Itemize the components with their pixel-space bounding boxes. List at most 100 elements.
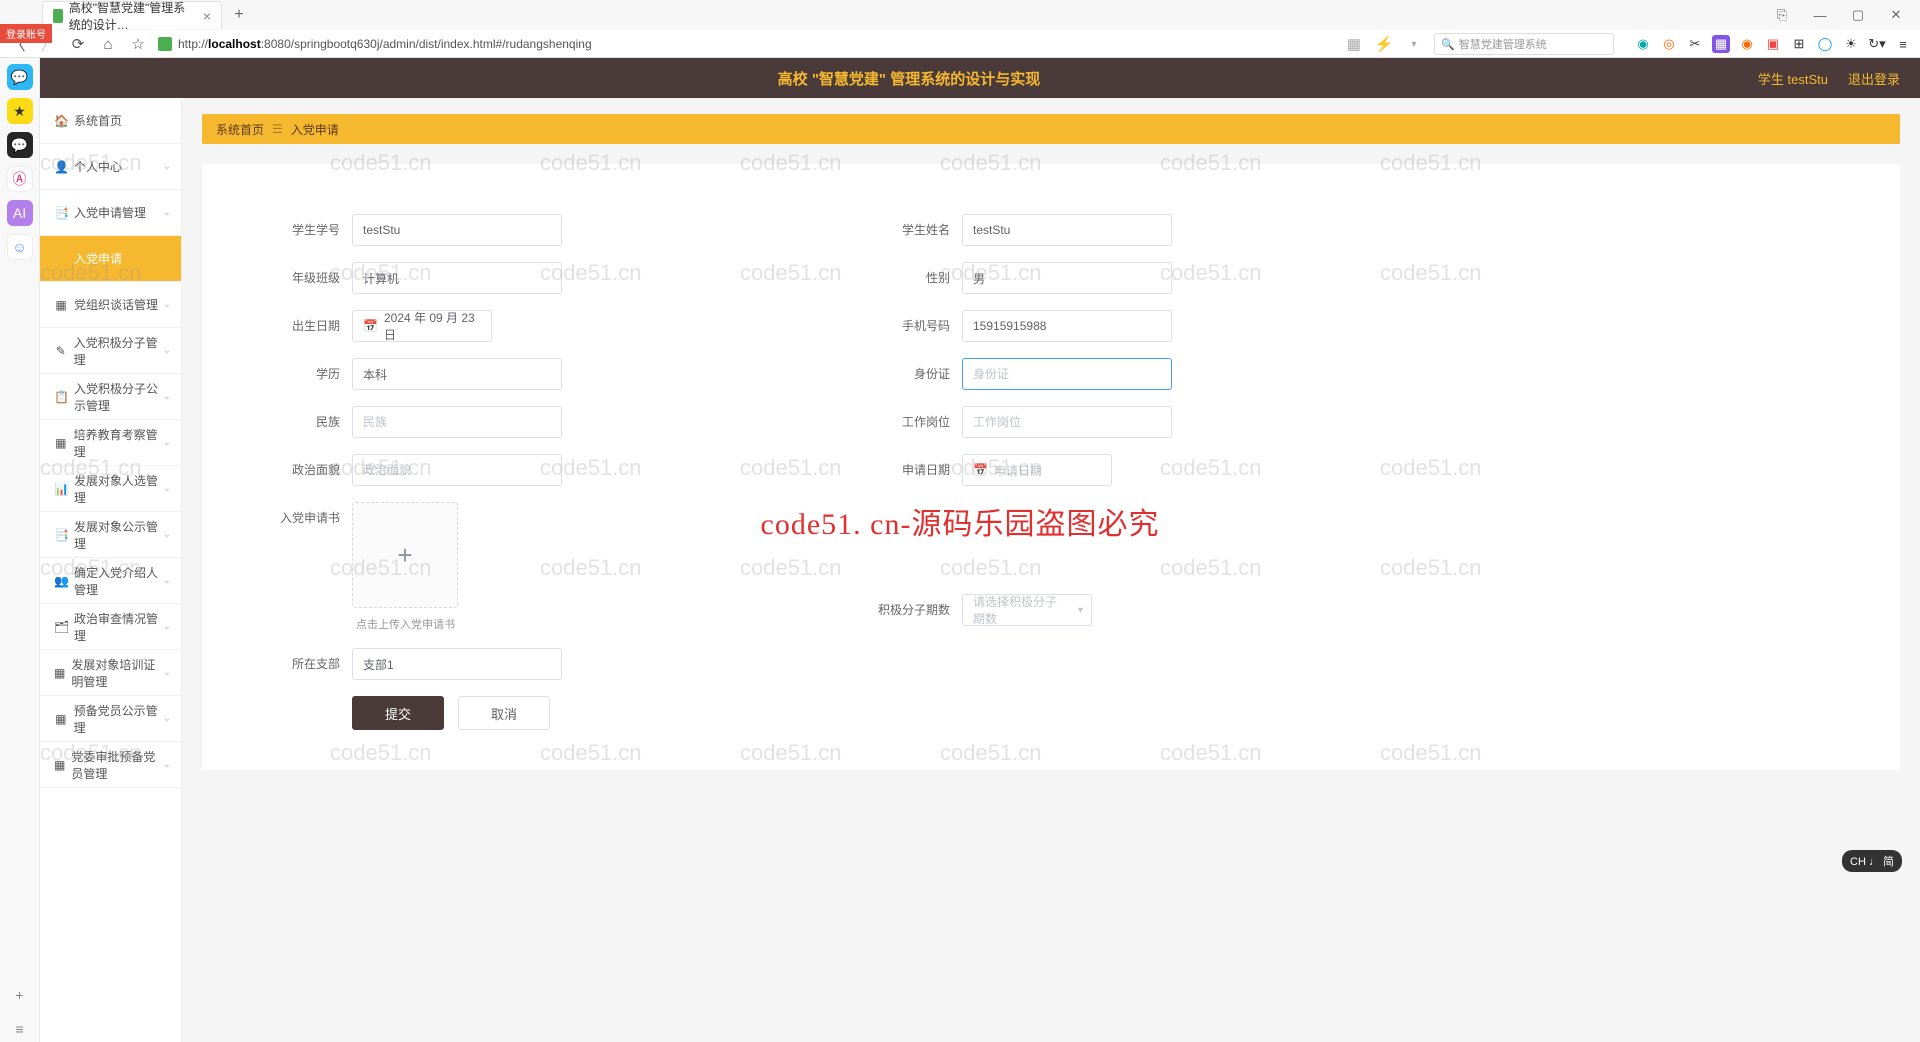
- cancel-button[interactable]: 取消: [458, 696, 550, 730]
- sidebar-item-0[interactable]: 🏠系统首页: [40, 98, 181, 144]
- nav-icon: 👤: [54, 160, 68, 174]
- os-icon-5[interactable]: AI: [7, 200, 33, 226]
- gender-input[interactable]: [962, 262, 1172, 294]
- ext-icon-8[interactable]: ◯: [1816, 35, 1834, 53]
- ext-icon-1[interactable]: ◉: [1634, 35, 1652, 53]
- ethnicity-input[interactable]: [352, 406, 562, 438]
- apply-date-input[interactable]: 📅 申请日期: [962, 454, 1112, 486]
- ext-icon-10[interactable]: ↻▾: [1868, 35, 1886, 53]
- minimize-icon[interactable]: —: [1806, 3, 1834, 27]
- job-position-input[interactable]: [962, 406, 1172, 438]
- menu-icon[interactable]: ≡: [1894, 35, 1912, 53]
- sidebar-item-1[interactable]: 👤个人中心⌄: [40, 144, 181, 190]
- favorite-icon[interactable]: ☆: [128, 34, 148, 54]
- nav-icon: ▦: [54, 666, 65, 680]
- sidebar-item-3[interactable]: 入党申请: [40, 236, 181, 282]
- nav-icon: ✎: [54, 344, 68, 358]
- sidebar-item-13[interactable]: ▦预备党员公示管理⌄: [40, 696, 181, 742]
- chevron-down-icon[interactable]: ▾: [1404, 34, 1424, 54]
- os-icon-4[interactable]: Ⓐ: [7, 166, 33, 192]
- nav-label: 预备党员公示管理: [74, 702, 167, 736]
- nav-icon: 👥: [54, 574, 68, 588]
- os-add-icon[interactable]: +: [7, 982, 33, 1008]
- browser-search[interactable]: 🔍 智慧党建管理系统: [1434, 33, 1614, 55]
- nav-icon: 📑: [54, 528, 68, 542]
- chevron-down-icon: ⌄: [163, 483, 171, 494]
- flash-icon[interactable]: ⚡: [1374, 34, 1394, 54]
- chevron-down-icon: ⌄: [163, 759, 171, 770]
- student-name-input[interactable]: [962, 214, 1172, 246]
- nav-label: 发展对象人选管理: [74, 472, 167, 506]
- student-id-input[interactable]: [352, 214, 562, 246]
- nav-icon: 📋: [54, 390, 68, 404]
- os-icon-1[interactable]: 💬: [7, 64, 33, 90]
- sidebar-item-14[interactable]: ▦党委审批预备党员管理⌄: [40, 742, 181, 788]
- birth-date-input[interactable]: 📅 2024 年 09 月 23 日: [352, 310, 492, 342]
- sidebar-item-6[interactable]: 📋入党积极分子公示管理⌄: [40, 374, 181, 420]
- button-row: 提交 取消: [352, 696, 1840, 730]
- sidebar-item-7[interactable]: ▦培养教育考察管理⌄: [40, 420, 181, 466]
- browser-chrome: 高校"智慧党建"管理系统的设计… × + ⎘ — ▢ ✕ 〈 〉 ⟳ ⌂ ☆ h…: [0, 0, 1920, 58]
- upload-button[interactable]: +: [352, 502, 458, 608]
- label-application-doc: 入党申请书: [262, 502, 352, 534]
- login-badge[interactable]: 登录账号: [0, 24, 52, 43]
- new-tab-button[interactable]: +: [228, 4, 250, 26]
- label-grade-class: 年级班级: [262, 262, 352, 294]
- sidebar-item-8[interactable]: 📊发展对象人选管理⌄: [40, 466, 181, 512]
- main-content: 系统首页 ☰ 入党申请 学生学号 学生姓名 年级班级: [182, 98, 1920, 1042]
- pin-icon[interactable]: ⎘: [1768, 3, 1796, 27]
- browser-tab[interactable]: 高校"智慧党建"管理系统的设计… ×: [42, 1, 222, 29]
- phone-input[interactable]: [962, 310, 1172, 342]
- close-window-icon[interactable]: ✕: [1882, 3, 1910, 27]
- ext-icon-5[interactable]: ◉: [1738, 35, 1756, 53]
- logout-link[interactable]: 退出登录: [1848, 69, 1900, 88]
- submit-button[interactable]: 提交: [352, 696, 444, 730]
- chevron-down-icon: ⌄: [163, 667, 171, 678]
- url-text: http://localhost:8080/springbootq630j/ad…: [178, 37, 592, 51]
- search-icon: 🔍: [1441, 38, 1455, 51]
- row-apply-date: 申请日期 📅 申请日期: [872, 454, 1362, 486]
- label-phone: 手机号码: [872, 310, 962, 342]
- sidebar-item-11[interactable]: 🗂政治审查情况管理⌄: [40, 604, 181, 650]
- url-input[interactable]: http://localhost:8080/springbootq630j/ad…: [158, 37, 592, 51]
- nav-label: 政治审查情况管理: [74, 610, 167, 644]
- os-menu-icon[interactable]: ≡: [7, 1016, 33, 1042]
- sidebar-item-12[interactable]: ▦发展对象培训证明管理⌄: [40, 650, 181, 696]
- sidebar-item-10[interactable]: 👥确定入党介绍人管理⌄: [40, 558, 181, 604]
- ext-icon-2[interactable]: ◎: [1660, 35, 1678, 53]
- os-icon-2[interactable]: ★: [7, 98, 33, 124]
- ext-icon-6[interactable]: ▣: [1764, 35, 1782, 53]
- window-controls: ⎘ — ▢ ✕: [1768, 3, 1920, 27]
- activist-period-select[interactable]: 请选择积极分子期数 ▾: [962, 594, 1092, 626]
- qr-icon[interactable]: ▦: [1344, 34, 1364, 54]
- user-label[interactable]: 学生 testStu: [1758, 69, 1828, 88]
- row-education: 学历: [262, 358, 752, 390]
- grade-class-input[interactable]: [352, 262, 562, 294]
- browser-extensions: ◉ ◎ ✂ ▦ ◉ ▣ ⊞ ◯ ☀ ↻▾ ≡: [1624, 35, 1912, 53]
- sidebar-item-5[interactable]: ✎入党积极分子管理⌄: [40, 328, 181, 374]
- ext-icon-9[interactable]: ☀: [1842, 35, 1860, 53]
- ext-icon-7[interactable]: ⊞: [1790, 35, 1808, 53]
- maximize-icon[interactable]: ▢: [1844, 3, 1872, 27]
- political-status-input[interactable]: [352, 454, 562, 486]
- education-input[interactable]: [352, 358, 562, 390]
- breadcrumb-home[interactable]: 系统首页: [216, 121, 264, 138]
- reload-icon[interactable]: ⟳: [68, 34, 88, 54]
- sidebar-item-9[interactable]: 📑发展对象公示管理⌄: [40, 512, 181, 558]
- chevron-down-icon: ⌄: [163, 161, 171, 172]
- ext-icon-3[interactable]: ✂: [1686, 35, 1704, 53]
- sidebar-item-4[interactable]: ▦党组织谈话管理⌄: [40, 282, 181, 328]
- sidebar-item-2[interactable]: 📑入党申请管理⌄: [40, 190, 181, 236]
- nav-label: 培养教育考察管理: [74, 426, 167, 460]
- home-icon[interactable]: ⌂: [98, 34, 118, 54]
- nav-icon: ▦: [54, 758, 65, 772]
- close-tab-icon[interactable]: ×: [203, 8, 211, 24]
- id-card-input[interactable]: [962, 358, 1172, 390]
- ext-icon-4[interactable]: ▦: [1712, 35, 1730, 53]
- branch-input[interactable]: [352, 648, 562, 680]
- os-icon-3[interactable]: 💬: [7, 132, 33, 158]
- nav-label: 系统首页: [74, 112, 122, 129]
- breadcrumb: 系统首页 ☰ 入党申请: [202, 114, 1900, 144]
- row-phone: 手机号码: [872, 310, 1362, 342]
- os-icon-6[interactable]: ☺: [7, 234, 33, 260]
